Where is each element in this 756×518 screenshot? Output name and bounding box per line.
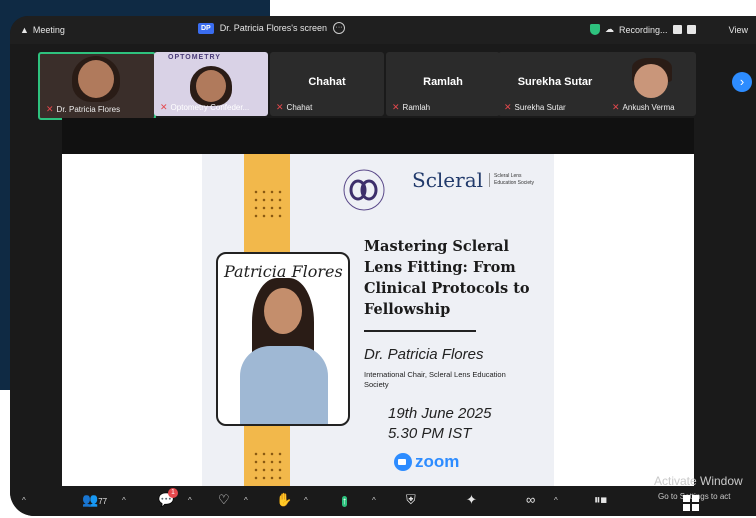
participant-face bbox=[78, 60, 114, 98]
chevron-up-icon[interactable]: ^ bbox=[372, 496, 376, 505]
presenter-role: International Chair, Scleral Lens Educat… bbox=[364, 370, 506, 389]
mic-off-icon: ✕ bbox=[612, 102, 620, 112]
participants-button[interactable]: 👥77 bbox=[82, 492, 107, 508]
signature: Patricia Flores bbox=[224, 262, 343, 281]
chevron-up-icon[interactable]: ^ bbox=[22, 496, 26, 505]
divider bbox=[364, 330, 476, 332]
cloud-icon: ☁ bbox=[605, 24, 614, 34]
mic-off-icon: ✕ bbox=[160, 102, 168, 112]
event-time: 5.30 PM IST bbox=[388, 425, 472, 442]
reactions-button[interactable]: ♡ bbox=[218, 492, 230, 508]
more-options-icon[interactable]: ··· bbox=[332, 22, 345, 34]
zoom-logo-word: zoom bbox=[415, 452, 460, 471]
pause-recording-icon[interactable] bbox=[672, 25, 682, 34]
chat-badge: 1 bbox=[168, 488, 178, 498]
scleral-logo: Scleral Scleral Lens Education Society bbox=[412, 168, 540, 192]
apps-button[interactable]: ∞ bbox=[526, 492, 535, 507]
shared-screen-top-bar bbox=[62, 118, 694, 154]
participant-tile[interactable]: Surekha Sutar ✕ Surekha Sutar bbox=[498, 52, 612, 116]
next-page-button[interactable]: › bbox=[732, 72, 752, 92]
chat-button[interactable]: 💬 1 bbox=[158, 488, 178, 508]
mic-off-icon: ✕ bbox=[504, 102, 512, 112]
pause-stop-icon: ⏸⏹ bbox=[594, 492, 607, 507]
recording-label: Recording... bbox=[619, 24, 668, 35]
security-button[interactable]: ⛨ bbox=[406, 492, 416, 508]
chevron-right-icon: › bbox=[739, 74, 745, 89]
participant-face bbox=[196, 70, 226, 102]
scleral-logo-word: Scleral bbox=[412, 168, 484, 192]
mic-off-icon: ✕ bbox=[276, 102, 284, 112]
mic-off-icon: ✕ bbox=[46, 104, 54, 114]
participant-name: ✕ Ramlah bbox=[392, 102, 431, 112]
presentation-slide: Scleral Scleral Lens Education Society P… bbox=[202, 154, 554, 488]
slide-title: Mastering Scleral Lens Fitting: From Cli… bbox=[364, 238, 530, 318]
participant-display-name: Ramlah bbox=[423, 76, 463, 88]
scleral-logo-subtitle: Scleral Lens Education Society bbox=[489, 173, 540, 187]
event-date: 19th June 2025 bbox=[388, 405, 492, 422]
title-bar: ▲ Meeting DP Dr. Patricia Flores's scree… bbox=[10, 16, 756, 44]
view-label: View bbox=[728, 25, 748, 35]
sharer-avatar-badge: DP bbox=[198, 22, 214, 34]
dot-pattern bbox=[252, 450, 282, 480]
zoom-logo: zoom bbox=[394, 452, 459, 472]
mic-off-icon: ✕ bbox=[392, 102, 400, 112]
participant-tile[interactable]: OPTOMETRY ✕ Optometry Confeder... bbox=[154, 52, 268, 116]
meeting-icon: ▲ bbox=[20, 25, 29, 35]
participant-display-name: Chahat bbox=[308, 76, 346, 88]
stop-recording-icon[interactable] bbox=[686, 25, 696, 34]
heart-icon: ♡ bbox=[218, 492, 230, 507]
participant-strip: ✕ Dr. Patricia Flores OPTOMETRY ✕ Optometr… bbox=[10, 50, 756, 120]
meeting-label: Meeting bbox=[32, 25, 65, 35]
participant-tile[interactable]: Ramlah ✕ Ramlah bbox=[386, 52, 500, 116]
meeting-menu[interactable]: ▲ Meeting bbox=[20, 25, 65, 35]
recording-controls-button[interactable]: ⏸⏹ bbox=[594, 492, 607, 508]
photo-body bbox=[240, 346, 328, 424]
occ-logo-text: OPTOMETRY bbox=[168, 54, 221, 61]
participant-name: ✕ Surekha Sutar bbox=[504, 102, 566, 112]
share-arrow-icon: ↑ bbox=[342, 496, 347, 507]
recording-indicator: ☁ Recording... bbox=[590, 24, 696, 35]
participant-name: ✕ Dr. Patricia Flores bbox=[46, 104, 121, 114]
shared-screen: Scleral Scleral Lens Education Society P… bbox=[62, 118, 694, 488]
share-screen-button[interactable]: ↑ bbox=[342, 492, 347, 509]
participant-name: ✕ Chahat bbox=[276, 102, 313, 112]
ai-companion-button[interactable]: ✦ bbox=[466, 492, 477, 508]
chevron-up-icon[interactable]: ^ bbox=[244, 496, 248, 505]
zoom-camera-icon bbox=[394, 453, 412, 471]
participant-tile[interactable]: ✕ Ankush Verma bbox=[606, 52, 696, 116]
screen-share-indicator[interactable]: DP Dr. Patricia Flores's screen ··· bbox=[198, 22, 345, 34]
dot-pattern bbox=[252, 188, 282, 218]
view-button[interactable]: View bbox=[729, 25, 748, 35]
chevron-up-icon[interactable]: ^ bbox=[122, 496, 126, 505]
chevron-up-icon[interactable]: ^ bbox=[304, 496, 308, 505]
raise-hand-button[interactable]: ✋ bbox=[276, 492, 292, 508]
hand-icon: ✋ bbox=[276, 492, 293, 507]
chevron-up-icon[interactable]: ^ bbox=[188, 496, 192, 505]
windows-logo-icon bbox=[683, 495, 699, 511]
meeting-toolbar: ^ 👥77 ^ 💬 1 ^ ♡ ^ ✋ ^ ↑ ^ ⛨ ✦ ∞ ^ ⏸⏹ bbox=[10, 486, 756, 516]
participant-tile[interactable]: Chahat ✕ Chahat bbox=[270, 52, 384, 116]
photo-face bbox=[264, 288, 302, 334]
security-shield-icon bbox=[590, 24, 600, 35]
apps-icon: ∞ bbox=[526, 492, 536, 507]
occ-logo bbox=[343, 169, 385, 211]
chevron-up-icon[interactable]: ^ bbox=[554, 496, 558, 505]
share-label: Dr. Patricia Flores's screen bbox=[219, 23, 327, 33]
sparkle-icon: ✦ bbox=[466, 492, 477, 507]
participant-name: ✕ Ankush Verma bbox=[612, 102, 675, 112]
participant-display-name: Surekha Sutar bbox=[517, 76, 593, 88]
presenter-photo: Patricia Flores bbox=[216, 252, 350, 426]
participants-icon: 👥 bbox=[82, 492, 99, 507]
activate-windows-watermark: Activate Window bbox=[654, 474, 743, 488]
participant-face bbox=[634, 64, 668, 98]
event-datetime: 19th June 2025 5.30 PM IST bbox=[388, 404, 491, 444]
participant-name: ✕ Optometry Confeder... bbox=[160, 102, 250, 112]
participants-count: 77 bbox=[98, 497, 108, 506]
zoom-window: ▲ Meeting DP Dr. Patricia Flores's scree… bbox=[10, 16, 756, 516]
participant-tile[interactable]: ✕ Dr. Patricia Flores bbox=[38, 52, 156, 120]
shield-icon: ⛨ bbox=[406, 492, 416, 507]
presenter-name: Dr. Patricia Flores bbox=[364, 346, 484, 363]
